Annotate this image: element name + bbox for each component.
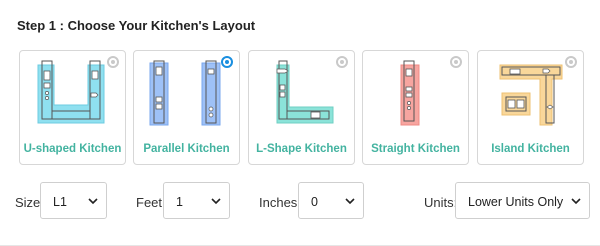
units-label: Units:: [424, 195, 458, 210]
layout-card-parallel[interactable]: Parallel Kitchen: [133, 50, 240, 165]
inches-label: Inches:: [259, 195, 301, 210]
step-title: Step 1 : Choose Your Kitchen's Layout: [17, 18, 256, 33]
layout-card-straight[interactable]: Straight Kitchen: [362, 50, 469, 165]
layout-label-straight: Straight Kitchen: [371, 143, 460, 155]
inches-select[interactable]: 0: [298, 182, 364, 219]
chevron-down-icon: [345, 198, 355, 205]
parallel-layout-icon: [149, 60, 221, 126]
layout-label-island: Island Kitchen: [491, 143, 570, 155]
feet-select[interactable]: 1: [163, 182, 230, 219]
units-select-value: Lower Units Only: [468, 195, 564, 209]
chevron-down-icon: [571, 198, 581, 205]
inches-select-value: 0: [311, 195, 318, 209]
layout-label-l-shape: L-Shape Kitchen: [256, 143, 347, 155]
l-shape-layout-icon: [276, 60, 334, 124]
layout-label-u-shaped: U-shaped Kitchen: [23, 143, 122, 155]
layout-card-l-shape[interactable]: L-Shape Kitchen: [248, 50, 355, 165]
layout-step-panel: Step 1 : Choose Your Kitchen's Layout U-…: [0, 0, 600, 246]
layout-label-parallel: Parallel Kitchen: [143, 143, 230, 155]
chevron-down-icon: [211, 198, 221, 205]
u-shaped-layout-icon: [37, 60, 105, 124]
layout-card-island[interactable]: Island Kitchen: [477, 50, 584, 165]
size-select-value: L1: [53, 195, 67, 209]
island-layout-icon: [499, 64, 563, 126]
units-select[interactable]: Lower Units Only: [455, 182, 590, 219]
straight-layout-icon: [400, 60, 420, 126]
feet-select-value: 1: [176, 195, 183, 209]
dimension-controls: Size: L1 Feet: 1 Inches: 0 Units: Lower …: [0, 182, 600, 222]
layout-card-u-shaped[interactable]: U-shaped Kitchen: [19, 50, 126, 165]
size-select[interactable]: L1: [40, 182, 107, 219]
feet-label: Feet:: [136, 195, 166, 210]
chevron-down-icon: [88, 198, 98, 205]
